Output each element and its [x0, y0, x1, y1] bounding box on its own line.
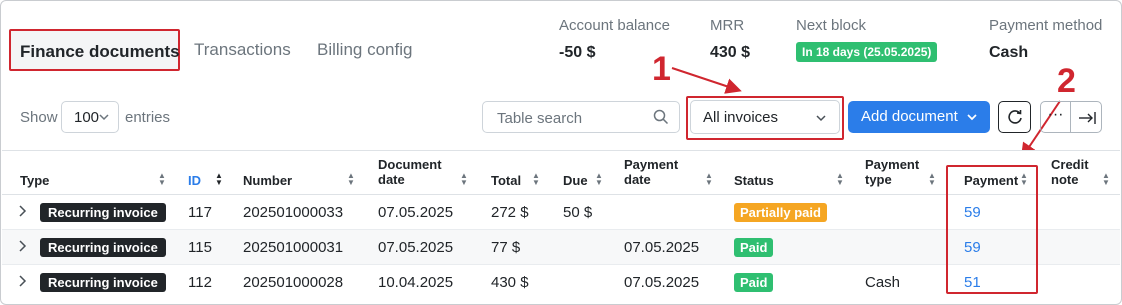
entries-select[interactable]: 100 — [61, 101, 119, 133]
sort-icon[interactable]: ▲ ▼ — [460, 172, 468, 187]
cell-payment-date: 07.05.2025 — [624, 239, 700, 256]
cell-payment-date: 07.05.2025 — [624, 274, 700, 291]
col-payment-date[interactable]: Payment date — [624, 157, 678, 187]
cell-document-date: 07.05.2025 — [378, 239, 454, 256]
col-status[interactable]: Status — [734, 173, 774, 188]
cell-number: 202501000033 — [243, 204, 344, 221]
add-document-button[interactable]: Add document — [848, 101, 990, 133]
chevron-right-icon[interactable] — [16, 204, 28, 218]
sort-icon[interactable]: ▲ ▼ — [595, 172, 603, 187]
table-search-input[interactable] — [495, 103, 649, 133]
col-document-date[interactable]: Document date — [378, 157, 442, 187]
col-id[interactable]: ID — [188, 173, 201, 188]
status-badge: Partially paid — [734, 203, 827, 222]
invoice-filter-select[interactable]: All invoices — [690, 100, 840, 134]
sort-icon[interactable]: ▲ ▼ — [836, 172, 844, 187]
annotation-arrow-1 — [671, 67, 742, 94]
sort-icon[interactable]: ▲ ▼ — [158, 172, 166, 187]
chevron-down-icon — [967, 114, 977, 121]
export-arrow-icon — [1079, 112, 1096, 124]
entries-label: entries — [125, 109, 171, 126]
type-badge: Recurring invoice — [40, 273, 166, 292]
sort-icon[interactable]: ▲ ▼ — [532, 172, 540, 187]
col-number[interactable]: Number — [243, 173, 292, 188]
invoice-filter-value: All invoices — [703, 109, 779, 126]
cell-number: 202501000028 — [243, 274, 344, 291]
sort-icon[interactable]: ▲ ▼ — [1102, 172, 1110, 187]
cell-document-date: 10.04.2025 — [378, 274, 454, 291]
sort-icon[interactable]: ▲ ▼ — [347, 172, 355, 187]
cell-document-date: 07.05.2025 — [378, 204, 454, 221]
status-badge: Paid — [734, 238, 774, 257]
chevron-right-icon[interactable] — [16, 239, 28, 253]
col-due[interactable]: Due — [563, 173, 588, 188]
refresh-button[interactable] — [998, 101, 1031, 133]
cell-total: 77 $ — [491, 239, 521, 256]
show-label: Show — [20, 109, 58, 126]
status-badge: Paid — [734, 273, 774, 292]
cell-due: 50 $ — [563, 204, 593, 221]
add-document-label: Add document — [861, 108, 958, 125]
cell-number: 202501000031 — [243, 239, 344, 256]
sort-icon[interactable]: ▲ ▼ — [928, 172, 936, 187]
chevron-down-icon — [99, 114, 109, 121]
cell-payment-type: Cash — [865, 274, 901, 291]
cell-id: 112 — [188, 274, 212, 291]
chevron-right-icon[interactable] — [16, 274, 28, 288]
col-credit-note[interactable]: Credit note — [1051, 157, 1089, 187]
payment-column-highlight-box — [946, 165, 1038, 294]
type-badge: Recurring invoice — [40, 203, 166, 222]
refresh-icon — [1008, 110, 1022, 124]
cell-total: 272 $ — [491, 204, 529, 221]
col-payment-type[interactable]: Payment type — [865, 157, 919, 187]
more-actions-button[interactable]: ··· — [1040, 101, 1071, 133]
export-button[interactable] — [1070, 101, 1102, 133]
entries-value: 100 — [74, 109, 100, 126]
cell-total: 430 $ — [491, 274, 529, 291]
table-search — [482, 101, 680, 133]
type-badge: Recurring invoice — [40, 238, 166, 257]
sort-icon[interactable]: ▲ ▼ — [215, 172, 223, 187]
cell-id: 115 — [188, 239, 212, 256]
chevron-down-icon — [816, 115, 826, 122]
col-total[interactable]: Total — [491, 173, 521, 188]
sort-icon[interactable]: ▲ ▼ — [705, 172, 713, 187]
search-icon — [653, 109, 669, 125]
cell-id: 117 — [188, 204, 212, 221]
col-type[interactable]: Type — [20, 173, 49, 188]
